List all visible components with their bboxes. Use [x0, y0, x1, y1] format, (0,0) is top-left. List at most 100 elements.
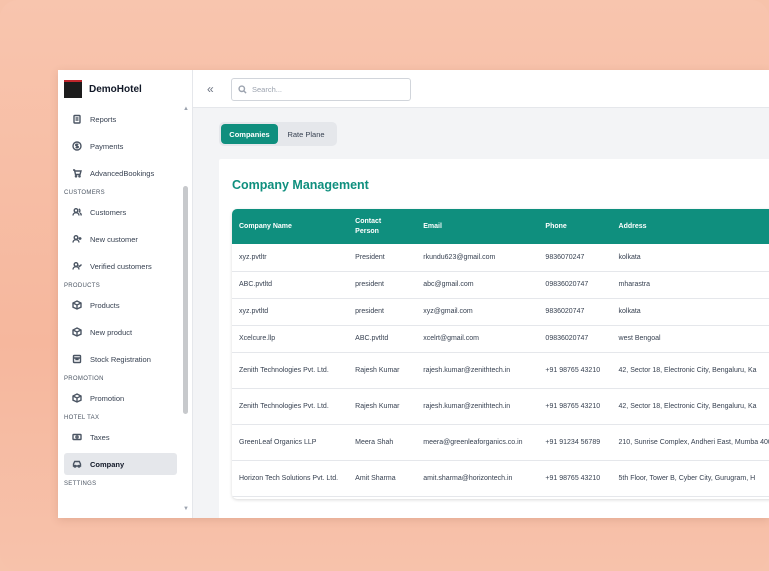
car-icon: [72, 459, 82, 469]
scroll-down-icon[interactable]: ▼: [183, 506, 189, 512]
cell-company-name: xyz.pvtltd: [232, 298, 349, 326]
sidebar-item-label: Payments: [90, 141, 124, 151]
table-body: xyz.pvtltr President rkundu623@gmail.com 98…: [232, 244, 769, 497]
sidebar-scrollbar[interactable]: ▲ ▼: [183, 106, 189, 518]
sidebar-item-label: Stock Registration: [90, 354, 151, 364]
table-row[interactable]: GreenLeaf Organics LLP Meera Shah meera@gr…: [232, 424, 769, 461]
company-table-container: Company Name Contact Person Email Phone …: [232, 209, 769, 499]
app-name: DemoHotel: [89, 83, 142, 95]
header-contact-person-text: Contact Person: [355, 217, 382, 235]
cell-phone: 09836020747: [538, 271, 612, 299]
search-box[interactable]: [231, 78, 411, 101]
table-row[interactable]: Xcelcure.llp ABC.pvtltd xcelrt@gmail.com 09…: [232, 325, 769, 353]
section-promotion-title: PROMOTION: [64, 376, 104, 382]
clipboard-icon: [72, 114, 82, 124]
sidebar-item-label: New customer: [90, 234, 138, 244]
cell-email: amit.sharma@horizontech.in: [416, 460, 539, 497]
tab-bar: Companies Rate Plane: [219, 122, 337, 146]
section-hotel-tax-title: HOTEL TAX: [64, 415, 100, 421]
cell-contact-person: president: [348, 298, 417, 326]
cell-contact-person: President: [348, 244, 417, 272]
cell-phone: +91 91234 56789: [538, 424, 612, 461]
section-products-title: PRODUCTS: [64, 283, 101, 289]
cell-email: rajesh.kumar@zenithtech.in: [416, 388, 539, 425]
cell-contact-person: Amit Sharma: [348, 460, 417, 497]
sidebar-item-customers[interactable]: Customers: [64, 201, 177, 223]
cell-phone: +91 98765 43210: [538, 352, 612, 389]
table-row[interactable]: Zenith Technologies Pvt. Ltd. Rajesh Kuma…: [232, 388, 769, 425]
sidebar-item-stock-registration[interactable]: Stock Registration: [64, 348, 177, 370]
sidebar-item-label: Customers: [90, 207, 127, 217]
sidebar-item-label: Verified customers: [90, 261, 152, 271]
sidebar-item-label: AdvancedBookings: [90, 168, 155, 178]
cell-email: abc@gmail.com: [416, 271, 539, 299]
cell-address: kolkata: [611, 298, 769, 326]
sidebar-item-verified-customers[interactable]: Verified customers: [64, 255, 177, 277]
cell-company-name: Horizon Tech Solutions Pvt. Ltd.: [232, 460, 349, 497]
cell-contact-person: Rajesh Kumar: [348, 352, 417, 389]
cell-phone: 9836070247: [538, 244, 612, 272]
header-company-name: Company Name: [239, 222, 292, 230]
cell-address: kolkata: [611, 244, 769, 272]
cell-address: 210, Sunrise Complex, Andheri East, Mumb…: [611, 424, 769, 461]
user-plus-icon: [72, 234, 82, 244]
box-icon: [72, 300, 82, 310]
cell-contact-person: ABC.pvtltd: [348, 325, 417, 353]
sidebar-item-label: Promotion: [90, 393, 125, 403]
sidebar-item-payments[interactable]: Payments: [64, 135, 177, 157]
cell-address: 5th Floor, Tower B, Cyber City, Gurugram…: [611, 460, 769, 497]
tab-rate-plane[interactable]: Rate Plane: [278, 124, 334, 144]
sidebar-item-taxes[interactable]: Taxes: [64, 426, 177, 448]
table-row[interactable]: Horizon Tech Solutions Pvt. Ltd. Amit Sha…: [232, 460, 769, 497]
money-icon: [72, 432, 82, 442]
tab-companies[interactable]: Companies: [221, 124, 278, 144]
cell-company-name: GreenLeaf Organics LLP: [232, 424, 349, 461]
box-icon: [72, 393, 82, 403]
sidebar-item-company[interactable]: Company: [64, 453, 177, 475]
table-row[interactable]: Zenith Technologies Pvt. Ltd. Rajesh Kuma…: [232, 352, 769, 389]
search-input[interactable]: [252, 85, 402, 94]
company-table: Company Name Contact Person Email Phone …: [232, 209, 769, 497]
sidebar-item-new-customer[interactable]: New customer: [64, 228, 177, 250]
cell-company-name: ABC.pvtltd: [232, 271, 349, 299]
header-email: Email: [423, 222, 442, 230]
sidebar-item-reports[interactable]: Reports: [64, 108, 177, 130]
cell-phone: +91 98765 43210: [538, 460, 612, 497]
sidebar-item-label: New product: [90, 327, 133, 337]
cell-contact-person: Rajesh Kumar: [348, 388, 417, 425]
main-content: Companies Rate Plane Company Management …: [193, 108, 769, 518]
cell-address: 42, Sector 18, Electronic City, Bengalur…: [611, 388, 769, 425]
user-check-icon: [72, 261, 82, 271]
section-settings-title: SETTINGS: [64, 481, 97, 487]
sidebar-item-promotion[interactable]: Promotion: [64, 387, 177, 409]
table-row[interactable]: xyz.pvtltr President rkundu623@gmail.com 98…: [232, 244, 769, 272]
cell-company-name: Zenith Technologies Pvt. Ltd.: [232, 352, 349, 389]
cell-email: meera@greenleaforganics.co.in: [416, 424, 539, 461]
stock-icon: [72, 354, 82, 364]
scrollbar-thumb[interactable]: [183, 186, 188, 414]
sidebar-nav: Reports Payments AdvancedBookings CUSTOM…: [58, 106, 183, 492]
cell-contact-person: president: [348, 271, 417, 299]
sidebar-item-label: Company: [90, 459, 125, 469]
cart-icon: [72, 168, 82, 178]
sidebar-item-products[interactable]: Products: [64, 294, 177, 316]
search-icon: [238, 85, 247, 94]
brand[interactable]: DemoHotel: [64, 80, 142, 98]
sidebar-item-new-product[interactable]: New product: [64, 321, 177, 343]
cell-email: rajesh.kumar@zenithtech.in: [416, 352, 539, 389]
cell-phone: 9836020747: [538, 298, 612, 326]
cell-email: xcelrt@gmail.com: [416, 325, 539, 353]
box-plus-icon: [72, 327, 82, 337]
sidebar-item-label: Products: [90, 300, 120, 310]
table-header-row: Company Name Contact Person Email Phone …: [232, 209, 769, 244]
top-bar: «: [193, 70, 769, 108]
app-window: DemoHotel Reports Payments AdvancedBooki…: [58, 70, 769, 518]
table-row[interactable]: ABC.pvtltd president abc@gmail.com 09836020…: [232, 271, 769, 299]
scroll-up-icon[interactable]: ▲: [183, 106, 189, 112]
cell-company-name: xyz.pvtltr: [232, 244, 349, 272]
header-phone: Phone: [545, 222, 567, 230]
sidebar-item-advancedbookings[interactable]: AdvancedBookings: [64, 162, 177, 184]
page-title: Company Management: [232, 178, 369, 192]
table-row[interactable]: xyz.pvtltd president xyz@gmail.com 98360207…: [232, 298, 769, 326]
collapse-sidebar-icon[interactable]: «: [207, 82, 214, 96]
